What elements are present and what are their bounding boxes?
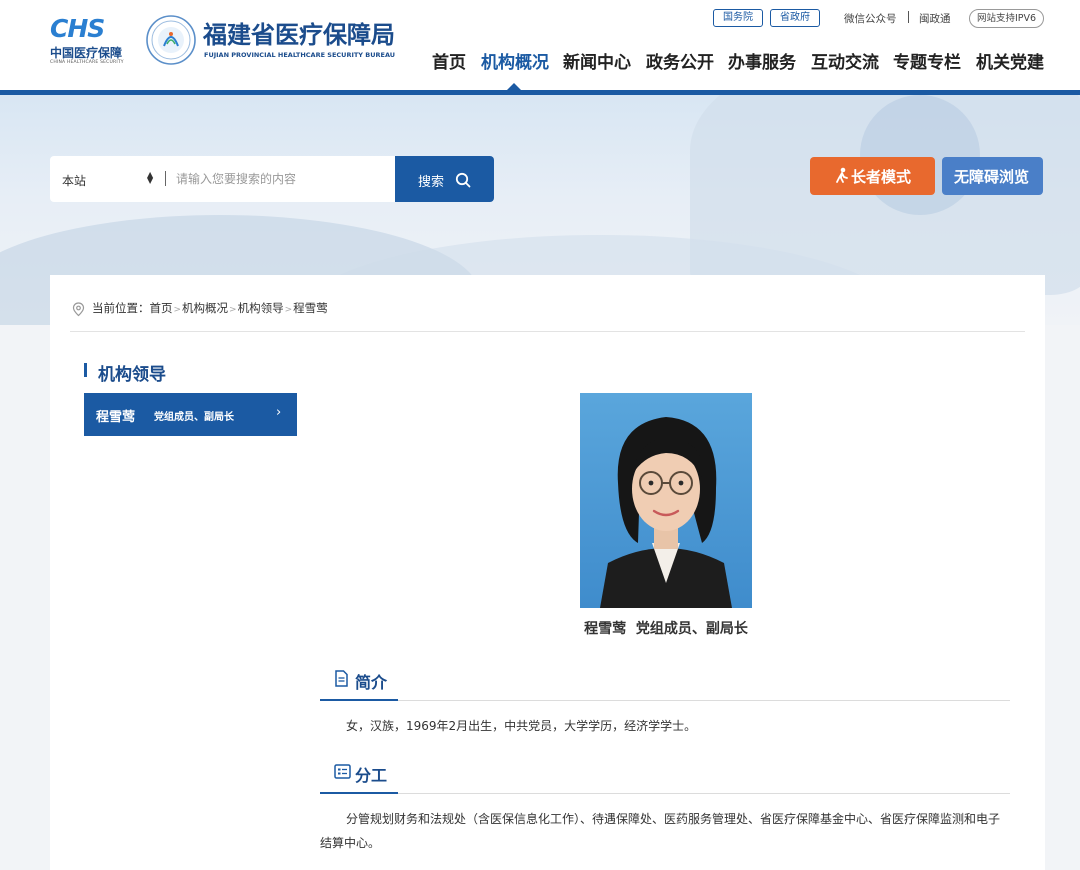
bureau-emblem-icon xyxy=(146,15,196,65)
bureau-en-title: FUJIAN PROVINCIAL HEALTHCARE SECURITY BU… xyxy=(204,51,396,59)
leader-name: 程雪莺 xyxy=(584,621,627,637)
duty-divider xyxy=(320,793,1010,794)
search-scope-select[interactable]: 本站 xyxy=(62,172,86,189)
breadcrumb-organization[interactable]: 机构概况 xyxy=(182,301,228,315)
leader-photo xyxy=(580,393,752,608)
search-divider xyxy=(165,171,166,186)
chs-mark: CHS xyxy=(50,14,105,43)
elder-mode-label: 长者模式 xyxy=(851,168,912,186)
wechat-link[interactable]: 微信公众号 xyxy=(844,11,897,26)
elder-icon xyxy=(836,167,848,183)
state-council-link[interactable]: 国务院 xyxy=(713,9,763,27)
bureau-title[interactable]: 福建省医疗保障局 xyxy=(203,15,395,50)
breadcrumb-sep: > xyxy=(229,305,237,315)
duty-text: 分管规划财务和法规处（含医保信息化工作）、待遇保障处、医药服务管理处、省医疗保障… xyxy=(320,812,1001,850)
search-icon xyxy=(455,172,471,188)
nav-interaction[interactable]: 互动交流 xyxy=(811,48,879,73)
sidebar-title: 机构领导 xyxy=(98,365,166,385)
portrait-image xyxy=(600,417,732,608)
elder-mode-button[interactable]: 长者模式 xyxy=(810,157,935,195)
content-card: 当前位置：首页>机构概况>机构领导>程雪莺 机构领导 程雪莺 党组成员、副局长 … xyxy=(50,275,1045,870)
document-icon xyxy=(335,670,348,687)
sidebar-item-name: 程雪莺 xyxy=(96,410,136,425)
nav-organization[interactable]: 机构概况 xyxy=(481,48,549,73)
site-header: CHS 中国医疗保障 CHINA HEALTHCARE SECURITY 福建省… xyxy=(0,0,1080,90)
select-arrows-icon: ▲ ▼ xyxy=(147,170,154,185)
nav-topics[interactable]: 专题专栏 xyxy=(893,48,961,73)
nav-news[interactable]: 新闻中心 xyxy=(563,48,631,73)
breadcrumb-divider xyxy=(70,331,1025,332)
intro-underline xyxy=(320,699,398,701)
duty-title: 分工 xyxy=(355,766,388,785)
location-icon xyxy=(72,302,85,317)
breadcrumb-leaders[interactable]: 机构领导 xyxy=(238,301,284,315)
search-button[interactable]: 搜索 xyxy=(395,156,494,202)
provincial-gov-link[interactable]: 省政府 xyxy=(770,9,820,27)
intro-divider xyxy=(320,700,1010,701)
top-divider xyxy=(908,11,909,23)
duty-underline xyxy=(320,792,398,794)
nav-party-building[interactable]: 机关党建 xyxy=(976,48,1044,73)
breadcrumb: 当前位置：首页>机构概况>机构领导>程雪莺 xyxy=(92,300,328,316)
nav-government-affairs[interactable]: 政务公开 xyxy=(646,48,714,73)
breadcrumb-home[interactable]: 首页 xyxy=(150,301,173,315)
chs-cn-text: 中国医疗保障 xyxy=(50,46,123,60)
breadcrumb-current: 程雪莺 xyxy=(293,301,328,315)
nav-home[interactable]: 首页 xyxy=(432,48,466,73)
breadcrumb-label: 当前位置： xyxy=(92,301,150,315)
minzhengtong-link[interactable]: 闽政通 xyxy=(919,11,951,26)
leader-position: 党组成员、副局长 xyxy=(635,621,748,637)
sidebar-item-position: 党组成员、副局长 xyxy=(154,412,234,423)
chevron-right-icon: › xyxy=(276,405,282,420)
nav-services[interactable]: 办事服务 xyxy=(728,48,796,73)
breadcrumb-sep: > xyxy=(284,305,293,315)
list-card-icon xyxy=(334,764,351,779)
breadcrumb-sep: > xyxy=(173,305,182,315)
sidebar-title-accent xyxy=(84,363,87,377)
chs-en-text: CHINA HEALTHCARE SECURITY xyxy=(50,60,124,65)
accessible-mode-label: 无障碍浏览 xyxy=(954,168,1030,186)
intro-text: 女，汉族，1969年2月出生，中共党员，大学学历，经济学学士。 xyxy=(346,719,697,733)
ipv6-badge[interactable]: 网站支持IPV6 xyxy=(969,9,1044,28)
chs-logo[interactable]: CHS 中国医疗保障 CHINA HEALTHCARE SECURITY xyxy=(50,14,128,66)
intro-title: 简介 xyxy=(355,673,388,692)
leader-caption: 程雪莺 党组成员、副局长 xyxy=(574,618,758,638)
search-button-label: 搜索 xyxy=(418,175,445,190)
nav-active-caret-icon xyxy=(507,83,521,90)
accessible-mode-button[interactable]: 无障碍浏览 xyxy=(942,157,1043,195)
sidebar-item-leader[interactable]: 程雪莺 党组成员、副局长 › xyxy=(84,393,297,436)
search-bar: 本站 ▲▼ 搜索 xyxy=(50,156,494,202)
